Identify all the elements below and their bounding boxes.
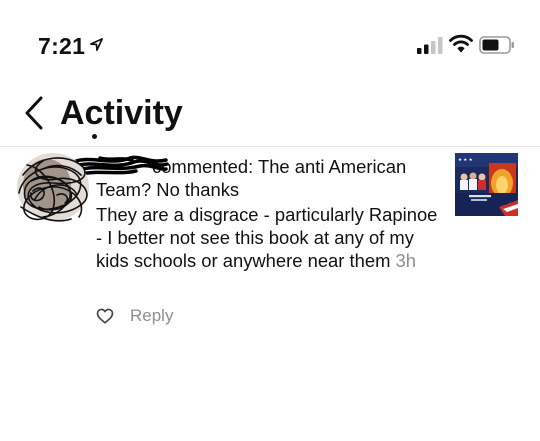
status-bar: 7:21	[0, 0, 540, 80]
page-title: Activity	[60, 94, 183, 132]
chevron-left-icon[interactable]	[22, 96, 46, 130]
battery-icon	[479, 36, 514, 54]
reply-button[interactable]: Reply	[130, 306, 173, 326]
cellular-signal-icon	[417, 37, 443, 54]
post-thumbnail[interactable]: ★ ★ ★	[455, 153, 518, 216]
comment-body: They are a disgrace - particularly Rapin…	[96, 203, 442, 272]
status-time: 7:21	[38, 33, 86, 59]
comment-body-text: They are a disgrace - particularly Rapin…	[96, 204, 438, 271]
comment-timestamp: 3h	[395, 250, 416, 271]
avatar[interactable]	[13, 145, 95, 229]
svg-text:★ ★ ★: ★ ★ ★	[458, 157, 474, 162]
activity-indicator-dot	[92, 134, 97, 139]
heart-outline-icon[interactable]	[96, 307, 114, 325]
wifi-icon	[449, 34, 473, 53]
location-arrow-icon	[90, 38, 103, 51]
